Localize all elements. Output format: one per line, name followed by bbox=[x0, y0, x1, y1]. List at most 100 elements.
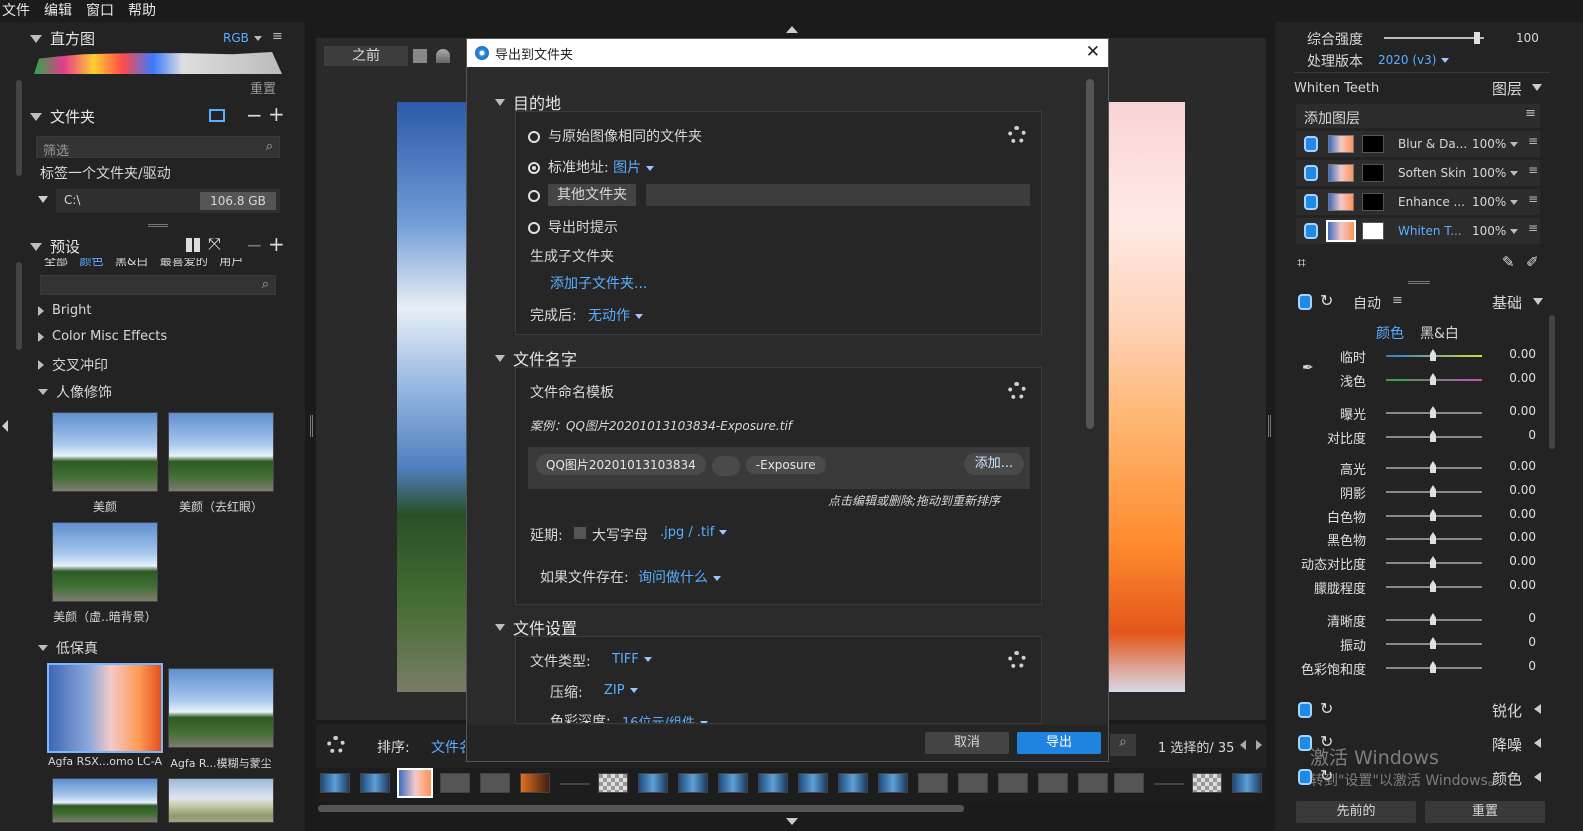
slider-row[interactable]: 临时 0.00 bbox=[1296, 346, 1536, 366]
slider-knob[interactable] bbox=[1430, 349, 1436, 361]
compression-dropdown[interactable]: ZIP bbox=[604, 683, 638, 698]
slider-knob[interactable] bbox=[1430, 373, 1436, 385]
slider-row[interactable]: 高光 0.00 bbox=[1296, 458, 1536, 478]
tab-color[interactable]: 颜色 bbox=[1376, 323, 1404, 343]
single-view-icon[interactable] bbox=[413, 49, 427, 63]
film-thumb[interactable] bbox=[998, 773, 1028, 793]
slider-row[interactable]: 浅色 0.00 bbox=[1296, 370, 1536, 390]
export-button[interactable]: 导出 bbox=[1017, 732, 1101, 754]
layers-title[interactable]: 图层 bbox=[1492, 78, 1522, 99]
sharpen-title[interactable]: 锐化 bbox=[1492, 700, 1522, 721]
film-thumb[interactable] bbox=[918, 773, 948, 793]
shrink-icon[interactable]: ⤧ bbox=[208, 234, 221, 254]
next-icon[interactable] bbox=[1256, 740, 1262, 750]
preset-tab-color[interactable]: 颜色 bbox=[79, 258, 103, 268]
presets-header[interactable]: 预设 bbox=[30, 236, 80, 257]
add-token-button[interactable]: 添加... bbox=[964, 453, 1024, 475]
preset-thumb[interactable] bbox=[168, 778, 274, 823]
film-thumb[interactable] bbox=[480, 773, 510, 793]
add-icon[interactable]: + bbox=[268, 102, 285, 126]
preset-search-input[interactable]: ⌕ bbox=[40, 275, 276, 295]
menu-help[interactable]: 帮助 bbox=[128, 0, 156, 22]
slider-row[interactable]: 色彩饱和度 0 bbox=[1296, 658, 1536, 678]
slider-row[interactable]: 黑色物 0.00 bbox=[1296, 529, 1536, 549]
slider-knob[interactable] bbox=[1430, 430, 1436, 442]
preset-tab-user[interactable]: 用户 bbox=[219, 258, 243, 268]
slider-knob[interactable] bbox=[1430, 556, 1436, 568]
bitdepth-dropdown[interactable]: 16位元/组件 bbox=[622, 712, 708, 723]
strength-slider-track[interactable] bbox=[1384, 32, 1484, 44]
slider-knob[interactable] bbox=[1430, 613, 1436, 625]
preset-thumb[interactable] bbox=[168, 412, 274, 492]
filmstrip-scrollbar[interactable] bbox=[318, 805, 964, 812]
film-thumb[interactable] bbox=[958, 773, 988, 793]
radio-other-folder[interactable] bbox=[528, 188, 548, 204]
left-scrollbar[interactable] bbox=[16, 80, 22, 176]
denoise-title[interactable]: 降噪 bbox=[1492, 734, 1522, 755]
auto-label[interactable]: 自动 bbox=[1353, 293, 1381, 313]
settings-icon[interactable] bbox=[1008, 651, 1026, 669]
add-layer-row[interactable]: 添加图层 ≡ bbox=[1296, 104, 1540, 128]
layer-toggle[interactable] bbox=[1304, 194, 1318, 210]
film-thumb[interactable] bbox=[1114, 773, 1144, 793]
film-thumb[interactable] bbox=[1078, 773, 1108, 793]
preset-group-color-misc[interactable]: Color Misc Effects bbox=[38, 329, 167, 344]
layer-toggle[interactable] bbox=[1304, 165, 1318, 181]
menu-window[interactable]: 窗口 bbox=[86, 0, 114, 22]
histogram-header[interactable]: 直方图 bbox=[30, 28, 95, 49]
menu-edit[interactable]: 编辑 bbox=[44, 0, 72, 22]
layer-row-selected[interactable]: Whiten T... 100% ≡ bbox=[1296, 218, 1540, 244]
film-thumb[interactable] bbox=[360, 773, 390, 793]
layer-row[interactable]: Enhance ... 100% ≡ bbox=[1296, 189, 1540, 215]
histogram-menu-icon[interactable]: ≡ bbox=[272, 29, 283, 44]
settings-icon[interactable] bbox=[1008, 126, 1026, 144]
film-thumb[interactable] bbox=[878, 773, 908, 793]
film-thumb[interactable] bbox=[520, 773, 550, 793]
basic-toggle[interactable] bbox=[1298, 294, 1312, 310]
preset-group-cross[interactable]: 交叉冲印 bbox=[38, 355, 108, 375]
settings-icon[interactable] bbox=[1008, 382, 1026, 400]
cancel-button[interactable]: 取消 bbox=[925, 732, 1009, 754]
slider-row[interactable]: 振动 0 bbox=[1296, 634, 1536, 654]
splitter-right[interactable] bbox=[1268, 415, 1271, 437]
other-folder-path[interactable] bbox=[646, 184, 1030, 206]
folders-header[interactable]: 文件夹 bbox=[30, 106, 95, 127]
prev-icon[interactable] bbox=[1240, 740, 1246, 750]
filetype-dropdown[interactable]: TIFF bbox=[612, 652, 652, 667]
radio-same-folder[interactable]: 与原始图像相同的文件夹 bbox=[528, 126, 702, 146]
extension-dropdown[interactable]: .jpg / .tif bbox=[660, 525, 728, 540]
tab-bw[interactable]: 黑&白 bbox=[1420, 323, 1459, 343]
radio-standard[interactable]: 标准地址: 图片 bbox=[528, 157, 655, 177]
film-thumb[interactable] bbox=[798, 773, 828, 793]
layers-collapse-icon[interactable] bbox=[1532, 84, 1542, 91]
slider-row[interactable]: 对比度 0 bbox=[1296, 427, 1536, 447]
collapse-left-icon[interactable] bbox=[2, 420, 8, 432]
film-thumb[interactable] bbox=[1232, 773, 1262, 793]
film-thumb[interactable] bbox=[718, 773, 748, 793]
sharpen-toggle[interactable] bbox=[1298, 702, 1312, 718]
reset-icon[interactable]: ↻ bbox=[1320, 699, 1333, 718]
crop-icon[interactable]: ⌗ bbox=[1297, 253, 1306, 273]
token-pill[interactable] bbox=[711, 455, 740, 476]
layer-toggle[interactable] bbox=[1304, 136, 1318, 152]
slider-row[interactable]: 动态对比度 0.00 bbox=[1296, 553, 1536, 573]
slider-knob[interactable] bbox=[1430, 461, 1436, 473]
brush-icon[interactable]: ✎ bbox=[1502, 253, 1515, 271]
slider-knob[interactable] bbox=[1430, 406, 1436, 418]
layer-row[interactable]: Soften Skin 100% ≡ bbox=[1296, 160, 1540, 186]
film-thumb[interactable] bbox=[1154, 783, 1184, 785]
histogram-reset[interactable]: 重置 bbox=[250, 78, 276, 97]
remove-preset-icon[interactable]: − bbox=[246, 233, 263, 257]
other-folder-button[interactable]: 其他文件夹 bbox=[548, 184, 636, 206]
right-scrollbar[interactable] bbox=[1549, 315, 1555, 449]
preset-tab-all[interactable]: 全部 bbox=[44, 258, 68, 268]
before-button[interactable]: 之前 bbox=[324, 46, 408, 66]
basic-title[interactable]: 基础 bbox=[1492, 292, 1522, 313]
film-thumb[interactable] bbox=[838, 773, 868, 793]
grid-view-icon[interactable] bbox=[186, 238, 200, 252]
left-scrollbar-2[interactable] bbox=[16, 262, 22, 350]
collapse-icon[interactable] bbox=[1533, 298, 1543, 305]
film-thumb[interactable] bbox=[320, 773, 350, 793]
slider-knob[interactable] bbox=[1430, 532, 1436, 544]
slider-row[interactable]: 曝光 0.00 bbox=[1296, 403, 1536, 423]
